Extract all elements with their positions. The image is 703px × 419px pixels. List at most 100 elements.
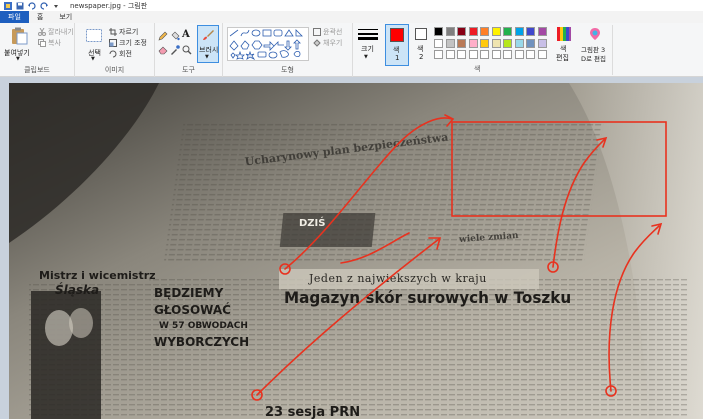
- rotate-button[interactable]: 회전: [109, 49, 132, 59]
- rainbow-palette-icon: [557, 27, 571, 41]
- copy-button[interactable]: 복사: [38, 38, 61, 48]
- palette-swatch[interactable]: [480, 27, 489, 36]
- palette-swatch[interactable]: [491, 50, 501, 59]
- red-annotations: [251, 114, 667, 401]
- tab-file[interactable]: 파일: [0, 11, 29, 23]
- size-group: 크기 ▼: [353, 23, 383, 77]
- brush-button[interactable]: 브러시 ▼: [197, 25, 219, 63]
- palette-swatch[interactable]: [468, 38, 478, 48]
- shapes-gallery[interactable]: [227, 27, 309, 61]
- crop-icon: [109, 28, 117, 36]
- palette-swatch[interactable]: [468, 50, 478, 59]
- tools-group-label: 도구: [182, 66, 195, 74]
- brush-icon: [203, 30, 214, 40]
- crop-button[interactable]: 자르기: [109, 27, 138, 37]
- palette-swatch[interactable]: [526, 50, 535, 59]
- palette-swatch[interactable]: [434, 27, 443, 36]
- color1-button[interactable]: 색 1: [385, 24, 409, 66]
- line-size-icon: [358, 29, 378, 40]
- copy-icon: [38, 39, 46, 47]
- paste-button[interactable]: 붙여넣기 ▼: [4, 26, 32, 64]
- outline-icon: [313, 28, 321, 36]
- rotate-icon: [109, 50, 117, 58]
- palette-swatch[interactable]: [434, 50, 443, 59]
- palette-swatch[interactable]: [526, 38, 535, 48]
- palette-swatch[interactable]: [491, 27, 501, 36]
- clipboard-group: 붙여넣기 ▼ 잘라내기 복사 클립보드: [0, 23, 75, 77]
- image-group-label: 이미지: [104, 66, 125, 74]
- shape-outline-button[interactable]: 윤곽선: [313, 27, 342, 37]
- drawing-canvas[interactable]: Ucharynowy plan bezpieczeństwa DZIŚ wiel…: [9, 83, 703, 419]
- palette-swatch[interactable]: [445, 38, 455, 48]
- edit-colors-button[interactable]: 색 편집: [554, 25, 574, 65]
- chevron-down-icon: ▼: [16, 56, 20, 62]
- size-button[interactable]: 크기 ▼: [357, 27, 379, 63]
- tab-view[interactable]: 보기: [51, 11, 80, 23]
- shape-fill-label: 채우기: [323, 39, 343, 47]
- palette-swatch[interactable]: [537, 38, 547, 48]
- palette-swatch[interactable]: [468, 27, 478, 36]
- color2-label-b: 2: [419, 53, 424, 61]
- paint-app-icon: [4, 1, 12, 10]
- image-group: 선택 ▼ 자르기 크기 조정 회전 이미지: [75, 23, 155, 77]
- palette-swatch[interactable]: [526, 27, 535, 36]
- edit-with-paint3d-button[interactable]: 그림판 3 D로 편집: [578, 25, 612, 65]
- undo-icon[interactable]: [28, 1, 36, 10]
- ribbon-tabs: 파일 홈 보기: [0, 11, 703, 23]
- palette-swatch[interactable]: [480, 50, 489, 59]
- annotation-arrow-4: [608, 225, 660, 392]
- colors-group-label: 색: [474, 65, 481, 73]
- palette-swatch[interactable]: [514, 27, 524, 36]
- resize-icon: [109, 39, 117, 47]
- text-tool-icon[interactable]: A: [182, 29, 190, 40]
- color-picker-icon[interactable]: [170, 45, 180, 55]
- color-palette: [434, 27, 554, 63]
- customize-toolbar-icon[interactable]: [52, 2, 60, 10]
- ribbon-divider: [612, 25, 613, 75]
- ribbon-home: 붙여넣기 ▼ 잘라내기 복사 클립보드 선택 ▼ 자르기 크기 조정 회전 이미…: [0, 23, 703, 77]
- color2-button[interactable]: 색 2: [411, 24, 433, 66]
- palette-swatch[interactable]: [503, 38, 512, 48]
- tools-group: A 브러시 ▼ 도구: [155, 23, 223, 77]
- fill-bucket-icon[interactable]: [170, 31, 180, 41]
- fill-icon: [313, 39, 321, 47]
- color2-swatch: [415, 28, 427, 40]
- chevron-down-icon: ▼: [364, 54, 368, 60]
- edit-colors-label-b: 편집: [556, 54, 569, 62]
- palette-swatch[interactable]: [457, 50, 466, 59]
- size-label: 크기: [361, 45, 374, 53]
- magnifier-icon[interactable]: [182, 45, 192, 55]
- eraser-icon[interactable]: [158, 45, 168, 55]
- resize-label: 크기 조정: [119, 39, 147, 47]
- palette-swatch[interactable]: [480, 38, 489, 48]
- palette-swatch[interactable]: [445, 50, 455, 59]
- palette-swatch[interactable]: [503, 50, 512, 59]
- chevron-down-icon: ▼: [91, 56, 95, 62]
- palette-swatch[interactable]: [457, 38, 466, 48]
- shape-outline-label: 윤곽선: [323, 28, 343, 36]
- resize-button[interactable]: 크기 조정: [109, 38, 147, 48]
- crop-label: 자르기: [119, 28, 139, 36]
- copy-label: 복사: [48, 39, 61, 47]
- palette-swatch[interactable]: [457, 27, 466, 36]
- palette-swatch[interactable]: [434, 38, 443, 48]
- palette-swatch[interactable]: [503, 27, 512, 36]
- palette-swatch[interactable]: [514, 50, 524, 59]
- select-button[interactable]: 선택 ▼: [83, 26, 105, 64]
- pencil-icon[interactable]: [158, 31, 168, 41]
- save-icon[interactable]: [16, 2, 24, 10]
- annotation-arrow-1: [284, 117, 453, 270]
- palette-swatch[interactable]: [445, 27, 455, 36]
- palette-swatch[interactable]: [491, 38, 501, 48]
- redo-icon[interactable]: [40, 1, 48, 10]
- cut-button[interactable]: 잘라내기: [38, 27, 74, 37]
- annotation-rectangle: [451, 121, 667, 217]
- canvas-area: Ucharynowy plan bezpieczeństwa DZIŚ wiel…: [0, 77, 703, 419]
- shapes-group-label: 도형: [281, 66, 294, 74]
- palette-swatch[interactable]: [537, 27, 547, 36]
- palette-swatch[interactable]: [537, 50, 547, 59]
- tab-home[interactable]: 홈: [29, 11, 51, 23]
- shape-fill-button[interactable]: 채우기: [313, 38, 342, 48]
- color1-swatch: [390, 28, 404, 42]
- palette-swatch[interactable]: [514, 38, 524, 48]
